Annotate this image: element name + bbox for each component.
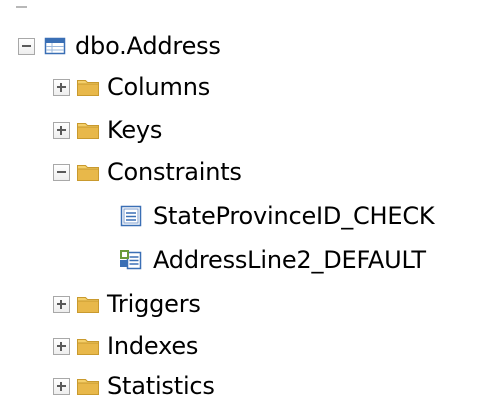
folder-icon [77,123,99,139]
tree-node-check-constraint[interactable]: StateProvinceID_CHECK [119,196,435,236]
tree-node-constraints[interactable]: Constraints [53,152,242,192]
tree-connector-line [16,6,27,8]
constraint-label-default: AddressLine2_DEFAULT [153,246,426,274]
expand-toggle-icon[interactable] [53,337,70,355]
tree-node-default-constraint[interactable]: AddressLine2_DEFAULT [119,240,426,280]
tree-node-table[interactable]: dbo.Address [18,26,221,66]
tree-node-indexes[interactable]: Indexes [53,326,198,366]
collapse-toggle-icon[interactable] [53,163,70,181]
tree-node-keys[interactable]: Keys [53,110,162,150]
folder-label-indexes: Indexes [107,332,199,360]
object-explorer-tree: dbo.Address Columns Keys Constraints Sta… [0,0,481,407]
expand-toggle-icon[interactable] [53,295,70,313]
folder-icon [77,339,99,355]
folder-label-keys: Keys [107,116,163,144]
tree-node-columns[interactable]: Columns [53,67,210,107]
expand-toggle-icon[interactable] [53,121,70,139]
folder-icon [77,165,99,181]
folder-icon [77,80,99,96]
tree-node-statistics[interactable]: Statistics [53,366,215,406]
tree-node-triggers[interactable]: Triggers [53,284,201,324]
check-constraint-icon [120,205,142,227]
expand-toggle-icon[interactable] [53,377,70,395]
folder-label-constraints: Constraints [107,158,242,186]
folder-label-statistics: Statistics [107,372,215,400]
folder-icon [77,379,99,395]
constraint-label-check: StateProvinceID_CHECK [153,202,435,230]
collapse-toggle-icon[interactable] [18,37,35,55]
expand-toggle-icon[interactable] [53,78,70,96]
folder-icon [77,297,99,313]
default-constraint-icon [120,250,142,270]
table-icon [44,37,66,55]
folder-label-columns: Columns [107,73,211,101]
table-name-label: dbo.Address [75,32,221,60]
folder-label-triggers: Triggers [107,290,201,318]
